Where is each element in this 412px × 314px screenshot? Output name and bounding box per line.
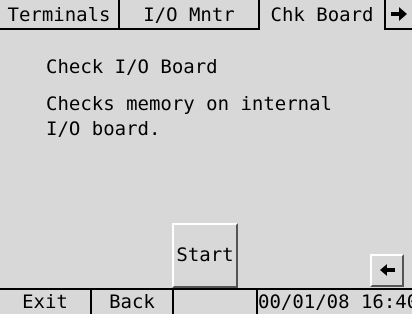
footer-empty-slot — [174, 290, 256, 314]
arrow-left-icon — [380, 264, 395, 276]
tab-terminals-label: Terminals — [7, 4, 111, 26]
exit-button[interactable]: Exit — [0, 290, 92, 314]
tab-io-monitor-label: I/O Mntr — [143, 4, 235, 26]
datetime-display: 00/01/08 16:40 — [256, 290, 412, 314]
tab-check-board-label: Chk Board — [270, 4, 374, 26]
description-line-1: Checks memory on internal — [46, 93, 332, 115]
footer-bar: Exit Back 00/01/08 16:40 — [0, 288, 412, 314]
description-line-2: I/O board. — [46, 118, 161, 140]
back-button-label: Back — [109, 291, 155, 313]
arrow-right-icon — [391, 7, 407, 21]
exit-button-label: Exit — [22, 291, 68, 313]
previous-button[interactable] — [370, 254, 404, 287]
page-title: Check I/O Board — [46, 56, 218, 78]
start-button-label: Start — [176, 244, 234, 266]
tab-check-board[interactable]: Chk Board — [258, 0, 386, 30]
tab-bar: Terminals I/O Mntr Chk Board — [0, 0, 412, 30]
back-button[interactable]: Back — [92, 290, 174, 314]
tab-io-monitor[interactable]: I/O Mntr — [120, 0, 258, 30]
page-description: Checks memory on internal I/O board. — [46, 92, 332, 142]
device-screen: Terminals I/O Mntr Chk Board Check I/O B… — [0, 0, 412, 314]
tab-terminals[interactable]: Terminals — [0, 0, 120, 30]
start-button[interactable]: Start — [172, 223, 238, 288]
tab-next-button[interactable] — [386, 0, 412, 30]
